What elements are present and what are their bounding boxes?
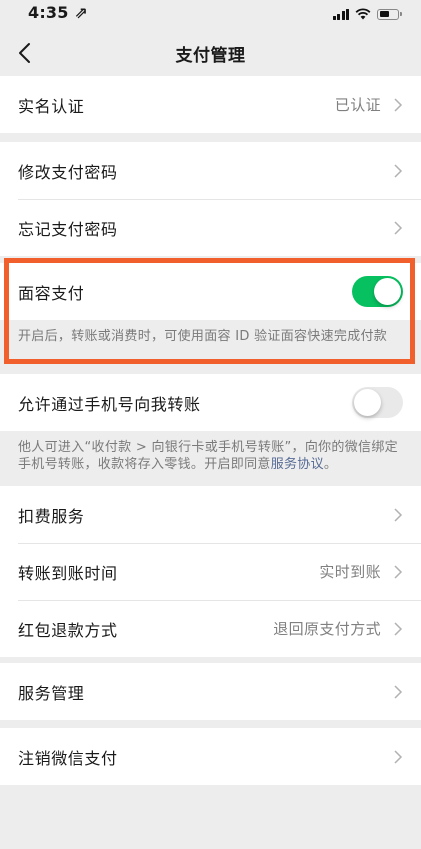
face-pay-description: 开启后，转账或消费时，可使用面容 ID 验证面容快速完成付款 xyxy=(18,329,388,344)
toggle-knob xyxy=(354,389,381,416)
transfer-arrival-label: 转账到账时间 xyxy=(18,563,118,583)
chevron-right-icon xyxy=(394,749,403,764)
status-time: 4:35 ⇗ xyxy=(28,3,88,22)
face-pay-label: 面容支付 xyxy=(18,283,85,303)
chevron-right-icon xyxy=(394,621,403,636)
chevron-right-icon xyxy=(394,220,403,235)
realname-label: 实名认证 xyxy=(18,96,85,116)
service-manage-label: 服务管理 xyxy=(18,683,85,703)
deduction-service-label: 扣费服务 xyxy=(18,506,85,526)
phone-transfer-description: 他人可进入“收付款 > 向银行卡或手机号转账”，向你的微信绑定手机号转账，收款将… xyxy=(0,431,421,483)
service-manage-cell[interactable]: 服务管理 xyxy=(0,663,421,720)
face-pay-group: 面容支付 开启后，转账或消费时，可使用面容 ID 验证面容快速完成付款 xyxy=(0,263,421,355)
phone-transfer-desc-text: 他人可进入“收付款 > 向银行卡或手机号转账”，向你的微信绑定手机号转账，收款将… xyxy=(18,440,398,472)
status-icons xyxy=(332,8,402,20)
cancel-wechat-pay-cell[interactable]: 注销微信支付 xyxy=(0,728,421,785)
realname-group: 实名认证 已认证 xyxy=(0,76,421,133)
transfer-arrival-cell[interactable]: 转账到账时间 实时到账 xyxy=(0,543,421,600)
phone-transfer-toggle[interactable] xyxy=(352,387,403,418)
forgot-password-cell[interactable]: 忘记支付密码 xyxy=(0,199,421,256)
red-packet-refund-label: 红包退款方式 xyxy=(18,620,118,640)
nav-bar: 支付管理 xyxy=(0,28,421,78)
face-pay-cell: 面容支付 xyxy=(0,263,421,320)
password-group: 修改支付密码 忘记支付密码 xyxy=(0,142,421,256)
change-password-cell[interactable]: 修改支付密码 xyxy=(0,142,421,199)
chevron-right-icon xyxy=(394,507,403,522)
page-title: 支付管理 xyxy=(175,46,246,66)
red-packet-refund-value: 退回原支付方式 xyxy=(273,620,381,638)
chevron-right-icon xyxy=(394,163,403,178)
chevron-right-icon xyxy=(394,684,403,699)
service-agreement-link[interactable]: 服务协议 xyxy=(271,457,324,472)
transfer-arrival-value: 实时到账 xyxy=(319,563,381,581)
cancel-wechat-pay-label: 注销微信支付 xyxy=(18,748,118,768)
phone-transfer-group: 允许通过手机号向我转账 他人可进入“收付款 > 向银行卡或手机号转账”，向你的微… xyxy=(0,374,421,483)
wifi-icon xyxy=(355,8,371,20)
realname-cell[interactable]: 实名认证 已认证 xyxy=(0,76,421,133)
deduction-service-cell[interactable]: 扣费服务 xyxy=(0,486,421,543)
forgot-password-label: 忘记支付密码 xyxy=(18,219,118,239)
face-pay-toggle[interactable] xyxy=(352,276,403,307)
phone-transfer-desc-end: 。 xyxy=(323,457,338,472)
chevron-right-icon xyxy=(394,97,403,112)
phone-transfer-cell: 允许通过手机号向我转账 xyxy=(0,374,421,431)
cancel-group: 注销微信支付 xyxy=(0,728,421,785)
red-packet-refund-cell[interactable]: 红包退款方式 退回原支付方式 xyxy=(0,600,421,657)
battery-icon xyxy=(377,8,402,20)
services-group: 扣费服务 转账到账时间 实时到账 红包退款方式 退回原支付方式 xyxy=(0,486,421,657)
realname-status: 已认证 xyxy=(334,96,381,114)
toggle-knob xyxy=(374,278,401,305)
status-bar: 4:35 ⇗ xyxy=(0,0,421,28)
chevron-right-icon xyxy=(394,564,403,579)
change-password-label: 修改支付密码 xyxy=(18,162,118,182)
service-manage-group: 服务管理 xyxy=(0,663,421,720)
signal-icon xyxy=(332,8,349,20)
phone-transfer-label: 允许通过手机号向我转账 xyxy=(18,394,201,414)
